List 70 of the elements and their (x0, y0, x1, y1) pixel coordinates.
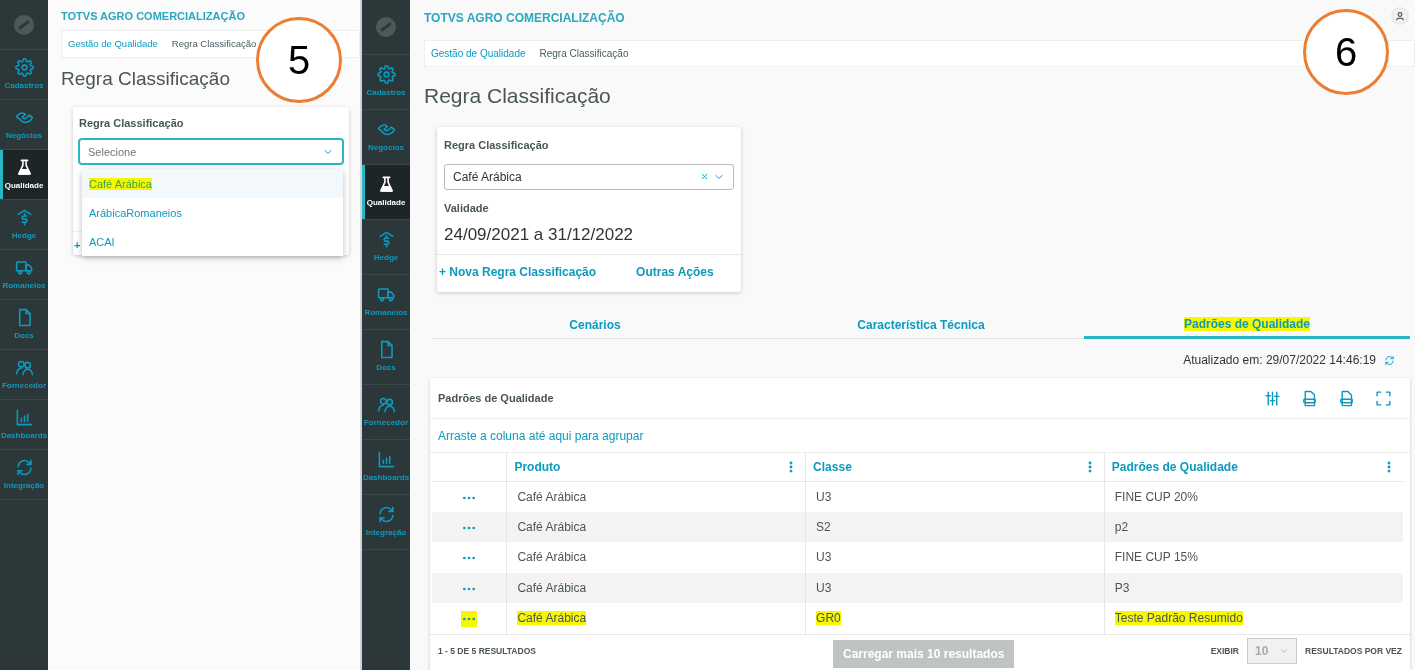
table-cell: GR0 (816, 611, 841, 626)
field-label: EXIBIR (1210, 644, 1239, 658)
page-title: Regra Classificação (424, 83, 612, 109)
tab[interactable]: Padrões de Qualidade (1084, 311, 1410, 340)
grid-title: Padrões de Qualidade (438, 390, 555, 406)
table-cell: P3 (1114, 580, 1130, 595)
validity-text: 24/09/2021 a 31/12/2022 (444, 224, 635, 247)
expand-icon (1375, 389, 1392, 407)
dropdown-option[interactable]: Café Arábica (82, 168, 343, 198)
tab[interactable]: Característica Técnica (758, 311, 1084, 340)
table-cell: FINE CUP 15% (1114, 550, 1198, 565)
gear-icon (14, 57, 34, 77)
table-cell: U3 (816, 489, 832, 504)
callout-badge: 5 (256, 17, 342, 103)
column-header[interactable]: Produto (514, 457, 561, 476)
select-field[interactable]: Café Arábica (444, 163, 734, 190)
callout-badge: 6 (1303, 9, 1389, 95)
table-cell: Café Arábica (517, 550, 587, 565)
refresh-icon (14, 457, 34, 477)
breadcrumb-link[interactable]: Gestão de Qualidade (68, 36, 158, 52)
table-cell: Teste Padrão Resumido (1114, 611, 1243, 626)
file-icon (1338, 389, 1355, 407)
column-header[interactable]: Classe (813, 457, 852, 476)
table-cell: FINE CUP 20% (1114, 489, 1198, 504)
table-cell: p2 (1114, 519, 1129, 534)
field-label: Validade (444, 200, 490, 216)
select-field[interactable]: Selecione (79, 139, 343, 165)
file-icon (1301, 389, 1318, 407)
more-icon[interactable] (461, 611, 478, 628)
table-cell: S2 (816, 519, 831, 534)
refresh-icon (376, 505, 396, 524)
bar-chart-icon (14, 407, 34, 427)
bar-chart-icon (376, 450, 396, 469)
logo-icon (374, 15, 398, 39)
dollar-icon (376, 230, 396, 249)
table-cell: Café Arábica (517, 580, 587, 595)
field-label: RESULTADOS POR VEZ (1305, 644, 1402, 658)
app-title: TOTVS AGRO COMERCIALIZAÇÃO (424, 9, 625, 27)
truck-icon (376, 285, 396, 304)
column-header[interactable]: Padrões de Qualidade (1111, 457, 1238, 476)
breadcrumb-link[interactable]: Gestão de Qualidade (431, 46, 526, 61)
users-icon (376, 395, 396, 414)
dropdown-option[interactable]: ACAI (82, 226, 343, 256)
table-cell: Café Arábica (517, 611, 587, 626)
field-label: Regra Classificação (79, 115, 185, 131)
refresh-icon (1384, 354, 1395, 366)
gear-icon (376, 65, 396, 84)
page-title: Regra Classificação (61, 68, 231, 91)
sliders-icon (1264, 389, 1281, 407)
result-count: 1 - 5 DE 5 RESULTADOS (438, 644, 537, 658)
table-cell: U3 (816, 580, 832, 595)
group-hint: Arraste a coluna até aqui para agrupar (438, 427, 644, 445)
add-link[interactable]: + (73, 238, 81, 251)
field-label: Regra Classificação (444, 138, 550, 154)
table-cell: Café Arábica (517, 519, 587, 534)
updated-text: Atualizado em: 29/07/2022 14:46:19 (1183, 352, 1376, 370)
dropdown-option[interactable]: ArábicaRomaneios (82, 197, 343, 227)
table-cell: U3 (816, 550, 832, 565)
table-cell: Café Arábica (517, 489, 587, 504)
sidebar-item[interactable]: Qualidade (0, 150, 48, 200)
dollar-icon (14, 207, 34, 227)
app-title: TOTVS AGRO COMERCIALIZAÇÃO (61, 9, 245, 24)
action-link[interactable]: + Nova Regra Classificação (439, 262, 597, 281)
logo-icon (12, 12, 36, 37)
user-icon (1391, 7, 1409, 25)
tab[interactable]: Cenários (432, 311, 758, 340)
sidebar-item[interactable]: Qualidade (362, 165, 410, 220)
breadcrumb-current: Regra Classificação (171, 36, 257, 51)
breadcrumb-current: Regra Classificação (539, 47, 629, 61)
action-link[interactable]: Outras Ações (636, 262, 714, 281)
